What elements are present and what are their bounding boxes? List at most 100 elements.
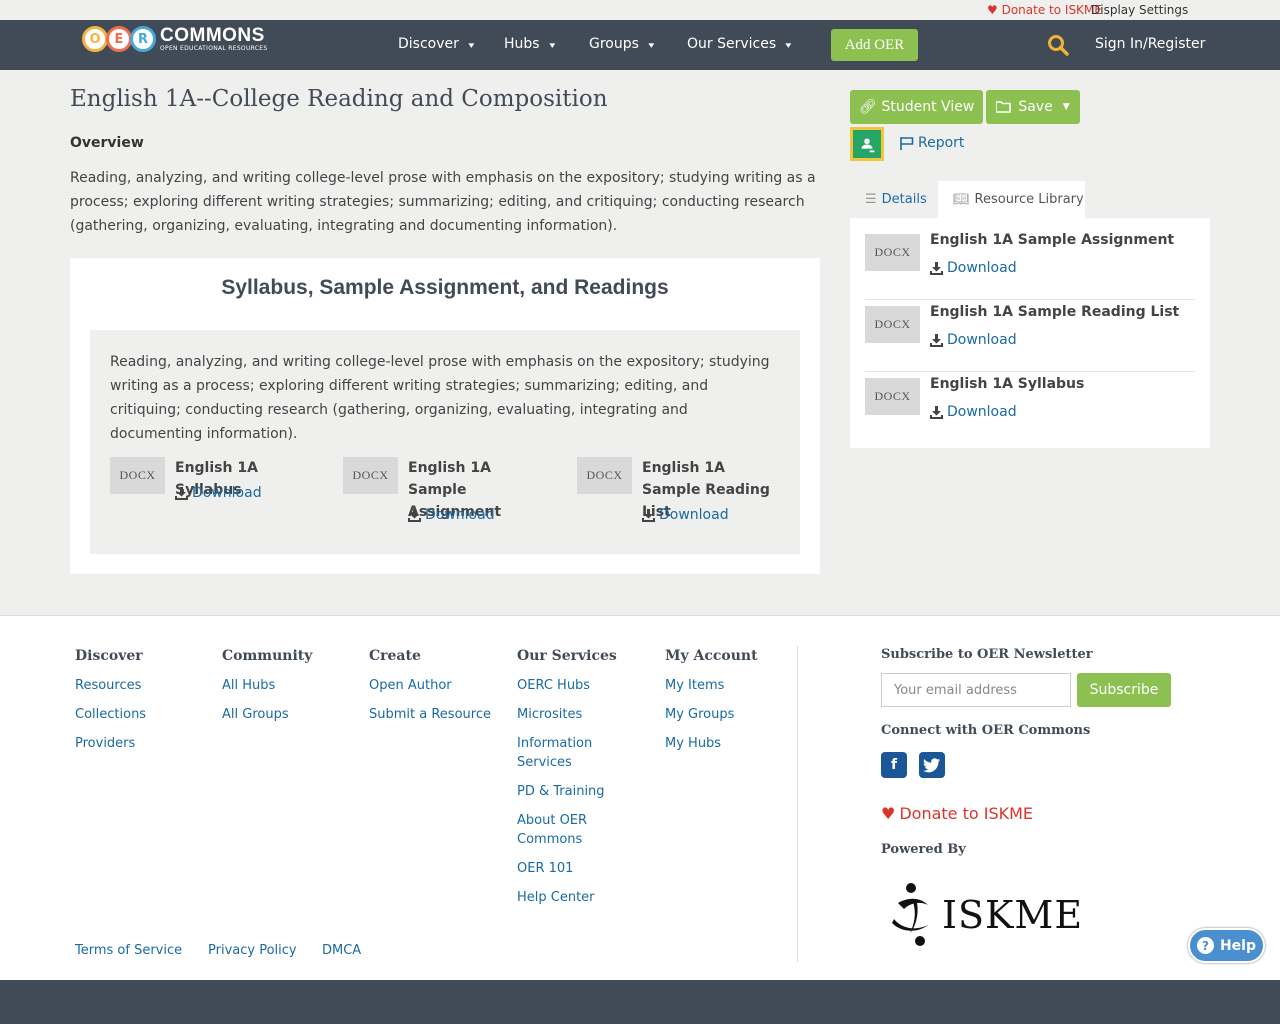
docx-file-icon[interactable]: DOCX bbox=[110, 457, 165, 494]
download-icon bbox=[930, 405, 943, 419]
download-icon bbox=[930, 261, 943, 275]
terms-of-service-link[interactable]: Terms of Service bbox=[75, 943, 182, 958]
footer-divider bbox=[797, 646, 798, 962]
library-item-title[interactable]: English 1A Sample Assignment bbox=[930, 232, 1174, 248]
add-oer-button[interactable]: Add OER bbox=[831, 29, 918, 61]
tab-resource-library[interactable]: 📖︎ Resource Library bbox=[938, 181, 1085, 218]
section-content: Reading, analyzing, and writing college-… bbox=[90, 330, 800, 554]
download-label: Download bbox=[947, 404, 1017, 420]
footer-link[interactable]: Resources bbox=[75, 676, 185, 695]
sign-in-register-link[interactable]: Sign In/Register bbox=[1095, 36, 1205, 52]
oer-commons-logo[interactable]: O E R COMMONS OPEN EDUCATIONAL RESOURCES bbox=[82, 26, 268, 52]
student-view-label: Student View bbox=[881, 99, 975, 115]
logo-letter-o: O bbox=[82, 26, 108, 52]
footer-link[interactable]: My Hubs bbox=[665, 734, 775, 753]
nav-groups[interactable]: Groups ▾ bbox=[589, 36, 655, 52]
library-item-title[interactable]: English 1A Sample Reading List bbox=[930, 304, 1179, 320]
footer-link[interactable]: Information Services bbox=[517, 734, 617, 772]
footer-column-discover: Discover Resources Collections Providers bbox=[75, 648, 185, 763]
logo-text: COMMONS bbox=[160, 25, 265, 46]
footer-link[interactable]: About OER Commons bbox=[517, 811, 617, 849]
help-label: Help bbox=[1219, 937, 1257, 954]
privacy-policy-link[interactable]: Privacy Policy bbox=[208, 943, 297, 958]
download-label: Download bbox=[192, 485, 262, 501]
footer-link[interactable]: OER 101 bbox=[517, 859, 617, 878]
iskme-mark-icon bbox=[892, 883, 928, 946]
footer-link[interactable]: OERC Hubs bbox=[517, 676, 617, 695]
footer-link[interactable]: Providers bbox=[75, 734, 185, 753]
docx-file-icon[interactable]: DOCX bbox=[577, 457, 632, 494]
newsletter-heading: Subscribe to OER Newsletter bbox=[881, 647, 1093, 662]
twitter-icon[interactable] bbox=[919, 752, 945, 778]
google-classroom-icon[interactable] bbox=[850, 127, 884, 161]
folder-icon bbox=[996, 101, 1012, 113]
facebook-icon[interactable]: f bbox=[881, 752, 907, 778]
library-item: DOCX English 1A Syllabus Download bbox=[865, 376, 1195, 450]
docx-file-icon[interactable]: DOCX bbox=[865, 306, 920, 343]
report-link[interactable]: Report bbox=[900, 135, 964, 151]
footer-heading: Discover bbox=[75, 648, 143, 664]
download-link[interactable]: Download bbox=[930, 260, 1017, 276]
docx-file-icon[interactable]: DOCX bbox=[865, 378, 920, 415]
footer-link[interactable]: Help Center bbox=[517, 888, 617, 907]
subscribe-button[interactable]: Subscribe bbox=[1077, 673, 1171, 707]
donate-label: Donate to ISKME bbox=[1001, 3, 1102, 17]
nav-groups-label: Groups bbox=[589, 36, 639, 52]
download-icon bbox=[408, 508, 421, 522]
search-icon[interactable] bbox=[1047, 34, 1069, 56]
footer-link[interactable]: Submit a Resource bbox=[369, 705, 499, 724]
donate-link[interactable]: ♥ Donate to ISKME bbox=[987, 3, 1102, 17]
download-link[interactable]: Download bbox=[408, 507, 495, 523]
dmca-link[interactable]: DMCA bbox=[322, 943, 361, 958]
logo-letter-e: E bbox=[106, 26, 132, 52]
footer-link[interactable]: My Items bbox=[665, 676, 775, 695]
flag-icon bbox=[900, 136, 914, 150]
report-label: Report bbox=[918, 135, 965, 151]
docx-file-icon[interactable]: DOCX bbox=[865, 234, 920, 271]
download-label: Download bbox=[425, 507, 495, 523]
book-icon: 📖︎ bbox=[953, 192, 970, 207]
chevron-down-icon: ▾ bbox=[548, 41, 555, 51]
tab-details[interactable]: ☰ Details bbox=[850, 181, 938, 218]
download-link[interactable]: Download bbox=[930, 404, 1017, 420]
footer: Discover Resources Collections Providers… bbox=[0, 615, 1280, 980]
question-icon: ? bbox=[1196, 937, 1214, 954]
iskme-logo[interactable]: ISKME bbox=[890, 879, 1090, 951]
nav-our-services-label: Our Services bbox=[687, 36, 777, 52]
footer-link[interactable]: My Groups bbox=[665, 705, 775, 724]
footer-heading: My Account bbox=[665, 648, 758, 664]
footer-column-our-services: Our Services OERC Hubs Microsites Inform… bbox=[517, 648, 617, 917]
download-link[interactable]: Download bbox=[642, 507, 729, 523]
chevron-down-icon: ▾ bbox=[785, 41, 792, 51]
save-button[interactable]: Save ▼ bbox=[986, 90, 1080, 124]
footer-link[interactable]: Collections bbox=[75, 705, 185, 724]
utility-bar: ♥ Donate to ISKME Display Settings bbox=[0, 0, 1280, 20]
heart-icon: ♥ bbox=[987, 3, 998, 17]
footer-link[interactable]: Open Author bbox=[369, 676, 499, 695]
footer-column-my-account: My Account My Items My Groups My Hubs bbox=[665, 648, 775, 763]
powered-by-label: Powered By bbox=[881, 842, 966, 857]
help-button[interactable]: ? Help bbox=[1188, 928, 1265, 963]
display-settings-link[interactable]: Display Settings bbox=[1091, 3, 1188, 17]
nav-our-services[interactable]: Our Services ▾ bbox=[687, 36, 791, 52]
divider bbox=[865, 299, 1195, 300]
library-item-title[interactable]: English 1A Syllabus bbox=[930, 376, 1084, 392]
download-link[interactable]: Download bbox=[930, 332, 1017, 348]
chevron-down-icon: ▾ bbox=[648, 41, 655, 51]
footer-link[interactable]: Microsites bbox=[517, 705, 617, 724]
download-label: Download bbox=[947, 260, 1017, 276]
logo-letter-r: R bbox=[130, 26, 156, 52]
footer-link[interactable]: PD & Training bbox=[517, 782, 617, 801]
footer-donate-link[interactable]: ♥ Donate to ISKME bbox=[881, 804, 1033, 823]
iskme-wordmark: ISKME bbox=[942, 893, 1084, 937]
nav-hubs[interactable]: Hubs ▾ bbox=[504, 36, 555, 52]
link-icon: 🔗︎ bbox=[858, 99, 877, 115]
footer-link[interactable]: All Hubs bbox=[222, 676, 332, 695]
nav-discover[interactable]: Discover ▾ bbox=[398, 36, 474, 52]
footer-link[interactable]: All Groups bbox=[222, 705, 332, 724]
download-link[interactable]: Download bbox=[175, 485, 262, 501]
docx-file-icon[interactable]: DOCX bbox=[343, 457, 398, 494]
student-view-button[interactable]: 🔗︎ Student View bbox=[850, 90, 983, 124]
email-field[interactable]: Your email address bbox=[881, 673, 1071, 707]
resource-library-panel: DOCX English 1A Sample Assignment Downlo… bbox=[850, 218, 1210, 448]
